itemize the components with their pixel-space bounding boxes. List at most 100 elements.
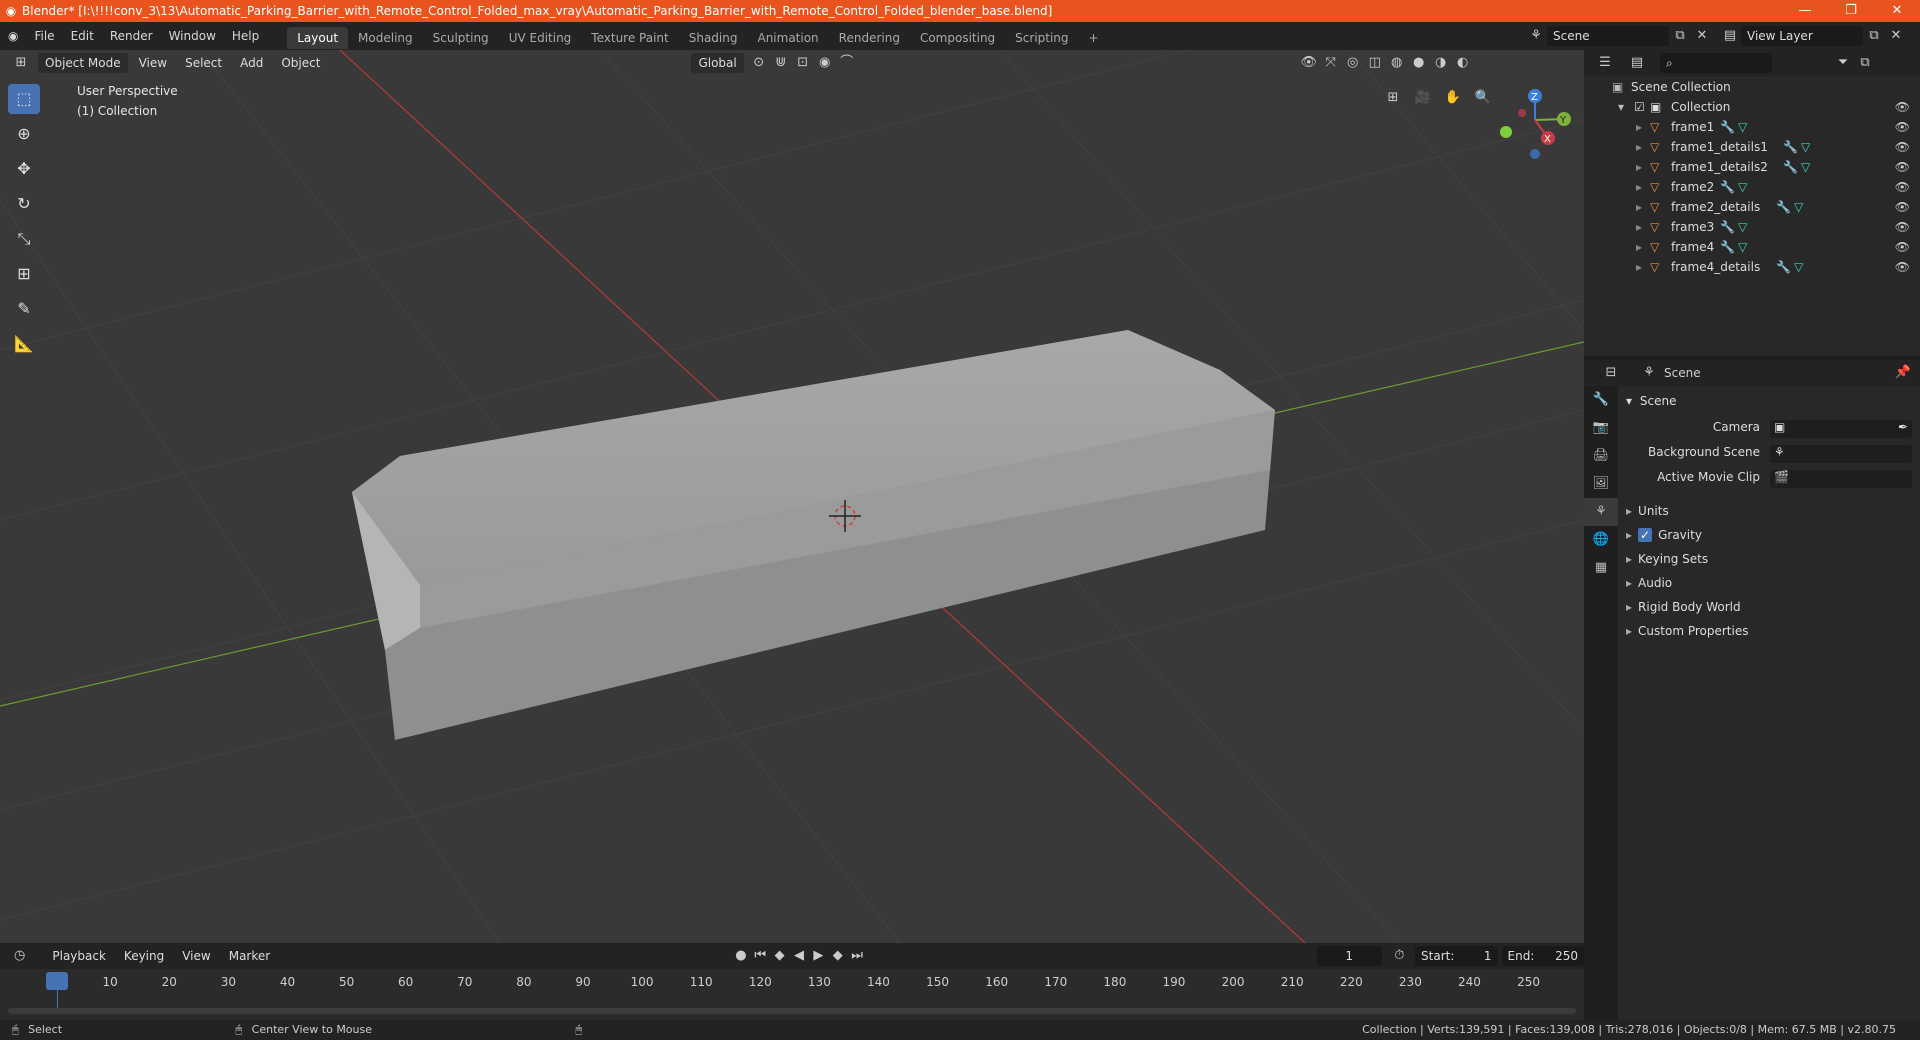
- shading-wireframe-icon[interactable]: ◍: [1386, 53, 1408, 73]
- properties-editor-type-icon[interactable]: ⊟: [1600, 363, 1622, 383]
- navigation-gizmo[interactable]: Z Y X: [1492, 84, 1582, 164]
- gizmo-toggle-icon[interactable]: ⤧: [1320, 53, 1342, 73]
- pan-hand-icon[interactable]: ✋: [1442, 88, 1464, 108]
- scene-field[interactable]: Scene: [1547, 26, 1669, 46]
- blender-menu-icon[interactable]: ◉: [0, 22, 26, 50]
- editor-type-icon[interactable]: ⊞: [10, 53, 32, 73]
- mode-selector[interactable]: Object Mode: [38, 53, 128, 73]
- timeline-editor-type-icon[interactable]: ◷: [10, 946, 29, 966]
- expand-arrow-icon[interactable]: ▸: [1636, 157, 1642, 177]
- tab-layout[interactable]: Layout: [287, 26, 349, 49]
- maximize-button[interactable]: ❐: [1828, 0, 1874, 22]
- subpanel-header[interactable]: ▸ Keying Sets: [1620, 548, 1920, 570]
- record-icon[interactable]: ●: [731, 946, 750, 966]
- eye-icon[interactable]: 👁: [1895, 97, 1910, 117]
- rotate-tool[interactable]: ↻: [8, 189, 40, 219]
- eye-icon[interactable]: 👁: [1895, 217, 1910, 237]
- move-tool[interactable]: ✥: [8, 154, 40, 184]
- menu-keying[interactable]: Keying: [117, 946, 171, 966]
- eye-icon[interactable]: 👁: [1895, 137, 1910, 157]
- tool-tab-icon[interactable]: 🔧: [1584, 386, 1618, 414]
- mesh-data-icon[interactable]: ▽: [1738, 177, 1747, 197]
- modifier-wrench-icon[interactable]: 🔧: [1720, 237, 1735, 257]
- 3d-viewport[interactable]: [0, 50, 1584, 943]
- prev-keyframe-icon[interactable]: ◆: [770, 946, 789, 966]
- subpanel-header[interactable]: ▸ Custom Properties: [1620, 620, 1920, 642]
- outliner-object-row[interactable]: ▸ ▽ frame4 🔧 ▽ 👁: [1584, 237, 1920, 257]
- snap-icon[interactable]: ⋓: [770, 53, 792, 73]
- pivot-point-icon[interactable]: ⊙: [748, 53, 770, 73]
- view-layer-tab-icon[interactable]: 🖼: [1584, 470, 1618, 498]
- outliner-object-row[interactable]: ▸ ▽ frame3 🔧 ▽ 👁: [1584, 217, 1920, 237]
- render-tab-icon[interactable]: 📷: [1584, 414, 1618, 442]
- texture-tab-icon[interactable]: ▦: [1584, 554, 1618, 582]
- new-view-layer-icon[interactable]: ⧉: [1863, 26, 1885, 46]
- end-frame-field[interactable]: End: 250: [1501, 946, 1584, 966]
- mesh-data-icon[interactable]: ▽: [1738, 117, 1747, 137]
- eye-icon[interactable]: 👁: [1895, 177, 1910, 197]
- active-movie-clip-field[interactable]: 🎬: [1770, 470, 1912, 488]
- subpanel-header[interactable]: ▸ Units: [1620, 500, 1920, 522]
- expand-arrow-icon[interactable]: ▸: [1636, 257, 1642, 277]
- checkbox-icon[interactable]: ☑: [1634, 97, 1645, 117]
- add-workspace-button[interactable]: +: [1079, 27, 1109, 49]
- mesh-data-icon[interactable]: ▽: [1794, 257, 1803, 277]
- output-tab-icon[interactable]: 🖨: [1584, 442, 1618, 470]
- pin-icon[interactable]: 📌: [1892, 363, 1914, 383]
- mesh-data-icon[interactable]: ▽: [1738, 217, 1747, 237]
- world-tab-icon[interactable]: 🌐: [1584, 526, 1618, 554]
- delete-scene-icon[interactable]: ✕: [1691, 26, 1713, 46]
- outliner-search-input[interactable]: ⌕: [1660, 53, 1772, 73]
- measure-tool[interactable]: 📐: [8, 329, 40, 359]
- expand-arrow-icon[interactable]: ▸: [1636, 137, 1642, 157]
- menu-select[interactable]: Select: [178, 53, 229, 73]
- zoom-icon[interactable]: 🔍: [1472, 88, 1494, 108]
- expand-arrow-icon[interactable]: ▸: [1636, 197, 1642, 217]
- menu-help[interactable]: Help: [224, 22, 267, 50]
- eye-icon[interactable]: 👁: [1895, 257, 1910, 277]
- stopwatch-icon[interactable]: ⏱: [1390, 946, 1409, 966]
- transform-orientation-dropdown[interactable]: Global: [691, 53, 744, 73]
- mesh-data-icon[interactable]: ▽: [1801, 157, 1810, 177]
- scale-tool[interactable]: ⤡: [8, 224, 40, 254]
- tab-animation[interactable]: Animation: [747, 27, 828, 49]
- play-reverse-icon[interactable]: ◀: [789, 946, 808, 966]
- outliner-object-row[interactable]: ▸ ▽ frame2_details 🔧 ▽ 👁: [1584, 197, 1920, 217]
- close-button[interactable]: ✕: [1874, 0, 1920, 22]
- snap-target-icon[interactable]: ⊡: [792, 53, 814, 73]
- camera-field[interactable]: ▣ ✒: [1770, 420, 1912, 438]
- play-icon[interactable]: ▶: [809, 946, 828, 966]
- menu-edit[interactable]: Edit: [63, 22, 102, 50]
- start-frame-field[interactable]: Start: 1: [1415, 946, 1498, 966]
- modifier-wrench-icon[interactable]: 🔧: [1776, 197, 1791, 217]
- shading-rendered-icon[interactable]: ◐: [1452, 53, 1474, 73]
- mesh-data-icon[interactable]: ▽: [1794, 197, 1803, 217]
- annotate-tool[interactable]: ✎: [8, 294, 40, 324]
- tab-shading[interactable]: Shading: [679, 27, 748, 49]
- mesh-data-icon[interactable]: ▽: [1801, 137, 1810, 157]
- outliner-object-row[interactable]: ▸ ▽ frame1_details2 🔧 ▽ 👁: [1584, 157, 1920, 177]
- cursor-tool[interactable]: ⊕: [8, 119, 40, 149]
- subpanel-header[interactable]: ▸ Rigid Body World: [1620, 596, 1920, 618]
- mesh-data-icon[interactable]: ▽: [1738, 237, 1747, 257]
- modifier-wrench-icon[interactable]: 🔧: [1776, 257, 1791, 277]
- outliner-object-row[interactable]: ▸ ▽ frame2 🔧 ▽ 👁: [1584, 177, 1920, 197]
- visibility-icon[interactable]: 👁: [1298, 53, 1320, 73]
- tab-rendering[interactable]: Rendering: [829, 27, 910, 49]
- expand-arrow-icon[interactable]: ▸: [1636, 117, 1642, 137]
- modifier-wrench-icon[interactable]: 🔧: [1720, 177, 1735, 197]
- outliner-collection[interactable]: ▾ ☑ ▣ Collection 👁: [1584, 97, 1920, 117]
- next-keyframe-icon[interactable]: ◆: [828, 946, 847, 966]
- filter-icon[interactable]: ⏷: [1832, 53, 1854, 73]
- collapse-arrow-icon[interactable]: ▾: [1618, 97, 1624, 117]
- modifier-wrench-icon[interactable]: 🔧: [1720, 117, 1735, 137]
- xray-toggle-icon[interactable]: ◫: [1364, 53, 1386, 73]
- tab-scripting[interactable]: Scripting: [1005, 27, 1078, 49]
- playhead[interactable]: [46, 972, 68, 990]
- timeline-scrollbar[interactable]: [8, 1008, 1576, 1014]
- tab-sculpting[interactable]: Sculpting: [423, 27, 499, 49]
- background-scene-field[interactable]: ⚘: [1770, 445, 1912, 463]
- camera-view-icon[interactable]: 🎥: [1412, 88, 1434, 108]
- delete-view-layer-icon[interactable]: ✕: [1885, 26, 1907, 46]
- eye-icon[interactable]: 👁: [1895, 197, 1910, 217]
